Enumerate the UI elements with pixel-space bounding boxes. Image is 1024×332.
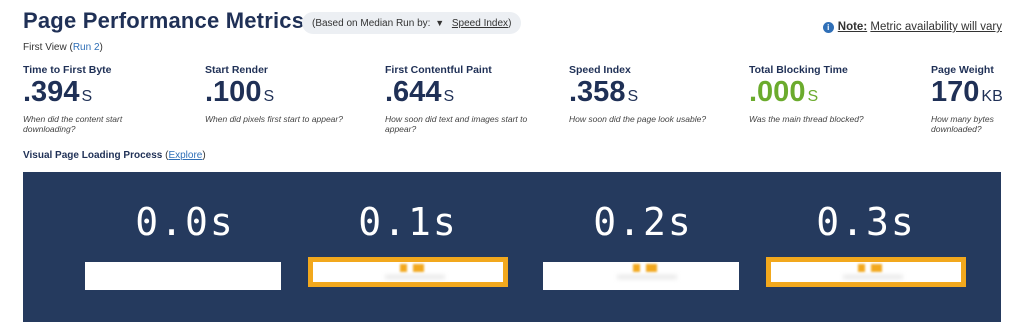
first-view-text: First View bbox=[23, 42, 67, 53]
first-view-label: First View (Run 2) bbox=[23, 42, 103, 53]
frame-time: 0.3s bbox=[816, 200, 916, 244]
thumbnail-text bbox=[385, 275, 446, 279]
metric-ttfb: Time to First Byte .394 S When did the co… bbox=[23, 64, 193, 134]
metric-label: First Contentful Paint bbox=[385, 64, 492, 76]
metric-value: .100 S bbox=[205, 77, 375, 112]
thumbnail-content bbox=[858, 264, 883, 272]
metric-label: Time to First Byte bbox=[23, 64, 112, 76]
median-run-selector[interactable]: (Based on Median Run by: ▼ Speed Index) bbox=[302, 12, 522, 34]
metric-unit: S bbox=[263, 88, 275, 105]
metric-number: .000 bbox=[749, 76, 806, 108]
run-pill-prefix: (Based on Median Run by: bbox=[312, 18, 431, 29]
metric-speed-index: Speed Index .358 S How soon did the page … bbox=[569, 64, 739, 124]
filmstrip: 0.0s 0.1s 0.2s 0.3s bbox=[23, 172, 1001, 322]
info-icon: i bbox=[822, 22, 834, 33]
frame-time: 0.2s bbox=[593, 200, 693, 244]
filmstrip-frame[interactable]: 0.1s bbox=[308, 172, 508, 322]
metric-description: How soon did text and images start to ap… bbox=[385, 114, 528, 134]
metric-note[interactable]: i Note: Metric availability will vary bbox=[822, 21, 1002, 33]
metric-number: .394 bbox=[23, 76, 80, 108]
metric-description: When did the content start downloading? bbox=[23, 114, 123, 134]
metric-label: Start Render bbox=[205, 64, 269, 76]
filmstrip-frame[interactable]: 0.0s bbox=[85, 172, 285, 322]
frame-time: 0.0s bbox=[135, 200, 235, 244]
frame-thumbnail bbox=[85, 262, 281, 290]
caret-down-icon: ▼ bbox=[435, 18, 445, 28]
metric-value: 170 KB bbox=[931, 77, 1011, 112]
visual-loading-heading: Visual Page Loading Process (Explore) bbox=[23, 150, 206, 161]
visual-loading-label: Visual Page Loading Process bbox=[23, 150, 163, 161]
thumbnail-content bbox=[633, 264, 658, 272]
thumbnail-text bbox=[843, 275, 904, 279]
frame-thumbnail bbox=[308, 257, 508, 287]
metric-description: When did pixels first start to appear? bbox=[205, 114, 343, 124]
thumbnail-content bbox=[400, 264, 425, 272]
metric-description: How soon did the page look usable? bbox=[569, 114, 707, 124]
metric-start-render: Start Render .100 S When did pixels first… bbox=[205, 64, 375, 124]
metric-description: How many bytes downloaded? bbox=[931, 114, 994, 134]
thumbnail-text bbox=[617, 275, 678, 279]
metric-value: .644 S bbox=[385, 77, 555, 112]
run-pill-suffix: ) bbox=[508, 18, 512, 29]
note-text[interactable]: Metric availability will vary bbox=[870, 21, 1002, 33]
frame-thumbnail bbox=[543, 262, 739, 290]
filmstrip-frame[interactable]: 0.2s bbox=[543, 172, 743, 322]
metric-number: .100 bbox=[205, 76, 262, 108]
metric-description: Was the main thread blocked? bbox=[749, 114, 864, 124]
frame-thumbnail bbox=[766, 257, 966, 287]
page-title: Page Performance Metrics bbox=[23, 8, 305, 33]
explore-link[interactable]: Explore bbox=[168, 150, 202, 161]
metric-value: .000 S bbox=[749, 77, 919, 112]
metric-fcp: First Contentful Paint .644 S How soon di… bbox=[385, 64, 555, 134]
metric-number: .358 bbox=[569, 76, 626, 108]
filmstrip-frame[interactable]: 0.3s bbox=[766, 172, 966, 322]
metric-label: Total Blocking Time bbox=[749, 64, 848, 76]
metric-number: 170 bbox=[931, 76, 980, 108]
metric-unit: S bbox=[443, 88, 455, 105]
metric-tbt: Total Blocking Time .000 S Was the main t… bbox=[749, 64, 919, 124]
metric-label: Speed Index bbox=[569, 64, 631, 76]
metric-value: .358 S bbox=[569, 77, 739, 112]
metric-value: .394 S bbox=[23, 77, 193, 112]
metric-page-weight: Page Weight 170 KB How many bytes downloa… bbox=[931, 64, 1011, 134]
metric-label: Page Weight bbox=[931, 64, 994, 76]
frame-time: 0.1s bbox=[358, 200, 458, 244]
run-metric-select[interactable]: Speed Index bbox=[452, 18, 508, 29]
metric-number: .644 bbox=[385, 76, 442, 108]
run-link[interactable]: Run 2 bbox=[73, 42, 100, 53]
note-label[interactable]: Note: bbox=[838, 21, 867, 33]
metric-unit: S bbox=[81, 88, 93, 105]
metric-unit: S bbox=[807, 88, 819, 105]
metric-unit: S bbox=[627, 88, 639, 105]
metric-unit: KB bbox=[981, 88, 1003, 105]
